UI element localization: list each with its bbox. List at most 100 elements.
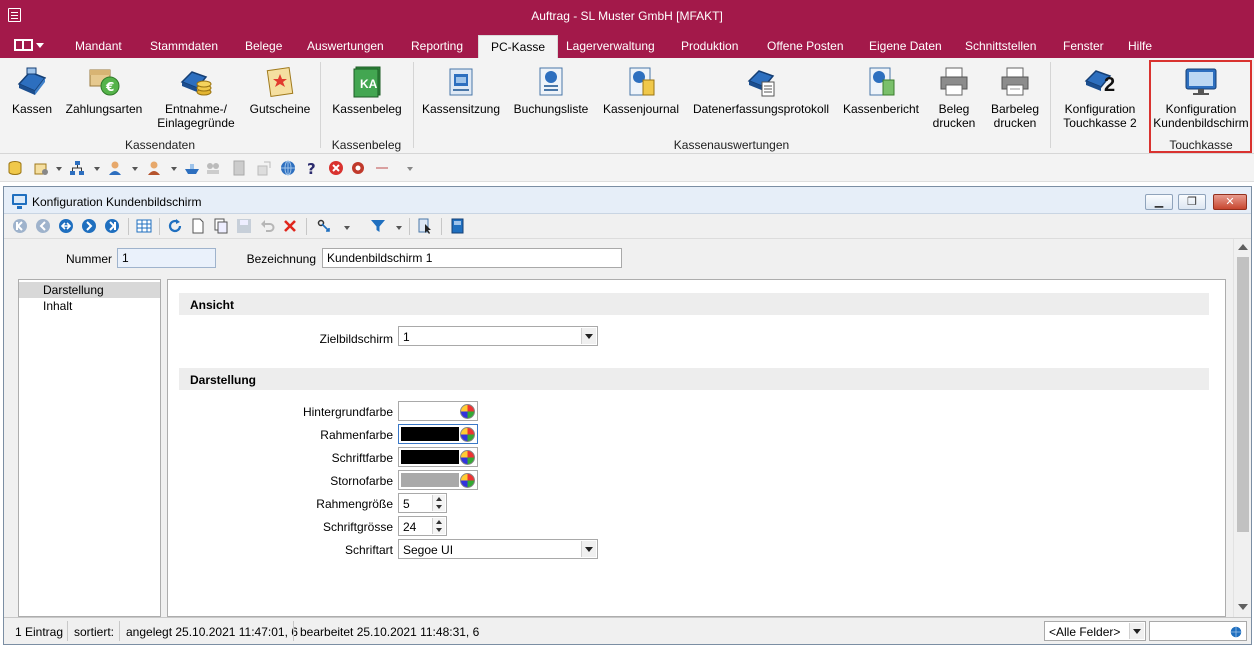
help-icon[interactable]: ? (304, 160, 320, 176)
field-filter-value: <Alle Felder> (1049, 625, 1121, 639)
color-wheel-icon[interactable] (460, 427, 475, 442)
schriftgroesse-stepper[interactable]: 24 (398, 516, 447, 536)
stop-icon[interactable] (328, 160, 344, 176)
chevron-down-icon[interactable] (581, 541, 596, 557)
user-icon[interactable] (107, 160, 123, 176)
ribbon-konfiguration-touchkasse-button[interactable]: 2 Konfiguration Touchkasse 2 (1058, 58, 1142, 130)
menu-stammdaten[interactable]: Stammdaten (150, 39, 218, 53)
close-button[interactable]: ✕ (1213, 194, 1247, 210)
menu-mandant[interactable]: Mandant (75, 39, 122, 53)
section-ansicht: Ansicht (179, 293, 1209, 315)
status-count: 1 Eintrag (15, 625, 64, 639)
chevron-down-icon[interactable] (132, 167, 138, 171)
box-settings-icon[interactable] (33, 160, 49, 176)
spin-arrows-icon[interactable] (432, 518, 445, 534)
copy-icon[interactable] (213, 218, 229, 234)
customize-dropdown-icon[interactable] (407, 167, 413, 171)
chevron-down-icon[interactable] (396, 226, 402, 230)
ribbon-kassenbericht-button[interactable]: Kassenbericht (840, 58, 922, 116)
toolbar-separator (128, 218, 129, 235)
color-wheel-icon[interactable] (460, 404, 475, 419)
ribbon-entnahme-button[interactable]: Entnahme-/ Einlagegründe (152, 58, 240, 130)
stornofarbe-picker[interactable] (398, 470, 478, 490)
status-separator (293, 621, 294, 641)
color-wheel-icon[interactable] (460, 450, 475, 465)
link-icon[interactable] (316, 218, 332, 234)
ribbon-datenerfassungsprotokoll-button[interactable]: Datenerfassungsprotokoll (690, 58, 832, 116)
menu-fenster[interactable]: Fenster (1063, 39, 1104, 53)
menu-auswertungen[interactable]: Auswertungen (307, 39, 384, 53)
next-record-icon[interactable] (81, 218, 97, 234)
cash-report-icon (864, 64, 898, 98)
chevron-down-icon[interactable] (581, 328, 596, 344)
globe-icon[interactable] (280, 160, 296, 176)
globe-icon[interactable] (1230, 626, 1242, 638)
vertical-scrollbar[interactable] (1233, 239, 1251, 617)
menu-schnittstellen[interactable]: Schnittstellen (965, 39, 1036, 53)
scroll-up-icon[interactable] (1238, 244, 1248, 250)
nummer-field[interactable]: 1 (117, 248, 216, 268)
scroll-down-icon[interactable] (1238, 604, 1248, 610)
hintergrundfarbe-picker[interactable] (398, 401, 478, 421)
new-document-icon[interactable] (190, 218, 206, 234)
tree-item-darstellung[interactable]: Darstellung (19, 282, 160, 298)
hierarchy-icon[interactable] (69, 160, 85, 176)
chevron-down-icon[interactable] (56, 167, 62, 171)
bezeichnung-field[interactable]: Kundenbildschirm 1 (322, 248, 622, 268)
ribbon-barbeleg-drucken-label-1: Barbeleg (990, 102, 1040, 116)
ribbon-buchungsliste-button[interactable]: Buchungsliste (510, 58, 592, 116)
schriftart-select[interactable]: Segoe UI (398, 539, 598, 559)
register-book-icon[interactable] (449, 218, 465, 234)
schriftfarbe-label: Schriftfarbe (331, 451, 393, 465)
first-record-icon[interactable] (12, 218, 28, 234)
minimize-button[interactable]: ▁ (1145, 194, 1173, 210)
last-record-icon[interactable] (104, 218, 120, 234)
ribbon-kassenbeleg-button[interactable]: KA Kassenbeleg (328, 58, 406, 116)
rahmenfarbe-picker[interactable] (398, 424, 478, 444)
save-icon (237, 219, 251, 233)
table-view-icon[interactable] (136, 218, 152, 234)
menu-reporting[interactable]: Reporting (411, 39, 463, 53)
document-pointer-icon[interactable] (417, 218, 433, 234)
ribbon-zahlungsarten-button[interactable]: € Zahlungsarten (63, 58, 145, 116)
ribbon-beleg-drucken-button[interactable]: Beleg drucken (928, 58, 980, 130)
previous-record-icon[interactable] (35, 218, 51, 234)
status-edited: bearbeitet 25.10.2021 11:48:31, 6 (300, 625, 480, 639)
jump-record-icon[interactable] (58, 218, 74, 234)
scroll-thumb[interactable] (1237, 257, 1249, 532)
chevron-down-icon[interactable] (344, 226, 350, 230)
menu-hilfe[interactable]: Hilfe (1128, 39, 1152, 53)
chevron-down-icon[interactable] (171, 167, 177, 171)
spin-arrows-icon[interactable] (432, 495, 445, 511)
database-icon[interactable] (7, 160, 23, 176)
menu-lagerverwaltung[interactable]: Lagerverwaltung (566, 39, 655, 53)
chevron-down-icon[interactable] (94, 167, 100, 171)
menu-eigene-daten[interactable]: Eigene Daten (869, 39, 942, 53)
menu-pc-kasse[interactable]: PC-Kasse (478, 35, 559, 59)
zielbildschirm-select[interactable]: 1 (398, 326, 598, 346)
maximize-button[interactable]: ❐ (1178, 194, 1206, 210)
ribbon-kassensitzung-label: Kassensitzung (421, 102, 501, 116)
ribbon-gutscheine-button[interactable]: Gutscheine (246, 58, 314, 116)
schriftfarbe-picker[interactable] (398, 447, 478, 467)
ribbon-kassenjournal-button[interactable]: Kassenjournal (600, 58, 682, 116)
delete-icon[interactable] (282, 218, 298, 234)
ribbon-barbeleg-drucken-button[interactable]: Barbeleg drucken (987, 58, 1043, 130)
chevron-down-icon[interactable] (1129, 623, 1144, 639)
minimize-icon: ▁ (1154, 196, 1164, 208)
filter-icon[interactable] (370, 218, 386, 234)
menu-offene-posten[interactable]: Offene Posten (767, 39, 844, 53)
field-filter-select[interactable]: <Alle Felder> (1044, 621, 1146, 641)
app-menu-button[interactable] (14, 38, 44, 52)
ship-icon[interactable] (184, 160, 200, 176)
color-wheel-icon[interactable] (460, 473, 475, 488)
tree-item-inhalt[interactable]: Inhalt (19, 298, 160, 314)
ribbon-kassensitzung-button[interactable]: Kassensitzung (420, 58, 502, 116)
menu-belege[interactable]: Belege (245, 39, 282, 53)
menu-produktion[interactable]: Produktion (681, 39, 738, 53)
customer-icon[interactable] (146, 160, 162, 176)
refresh-icon[interactable] (167, 218, 183, 234)
rahmengroesse-stepper[interactable]: 5 (398, 493, 447, 513)
settings-icon[interactable] (350, 160, 366, 176)
ribbon-kassen-button[interactable]: Kassen (8, 58, 56, 116)
